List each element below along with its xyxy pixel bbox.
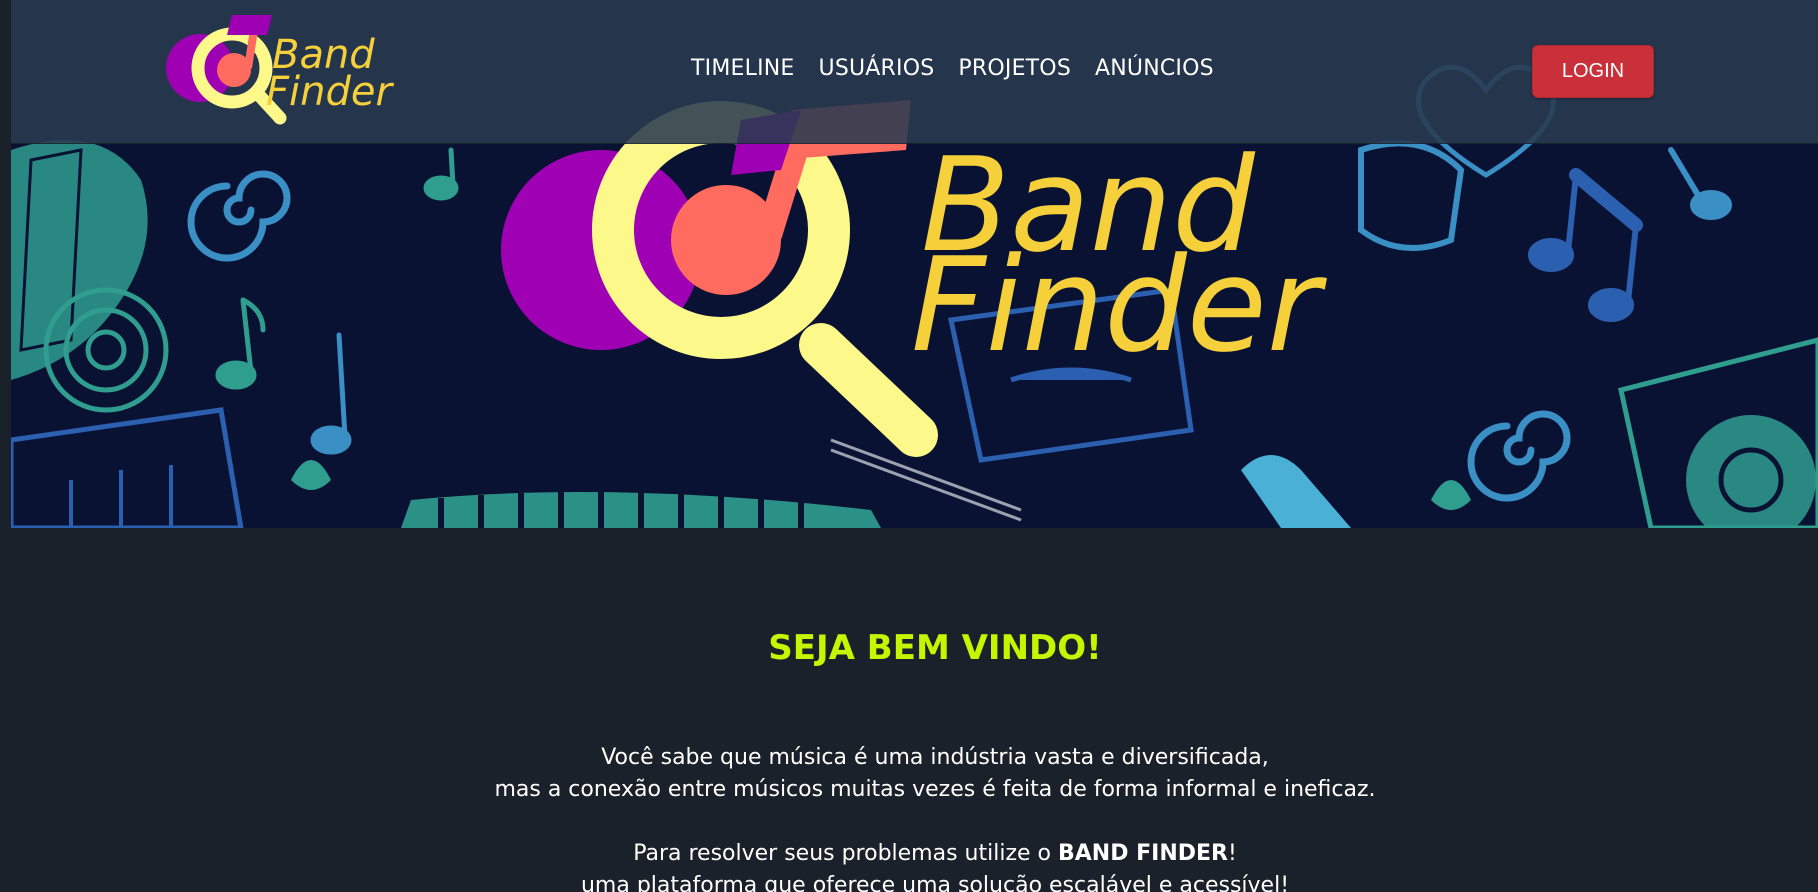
nav-links: TIMELINE USUÁRIOS PROJETOS ANÚNCIOS (691, 56, 1214, 81)
welcome-description: Você sabe que música é uma indústria vas… (0, 742, 1818, 892)
welcome-line-3: Para resolver seus problemas utilize o B… (0, 838, 1818, 870)
page: Band Finder Band Finder TIMELINE USUÁRIO… (0, 0, 1818, 892)
welcome-brand-name: BAND FINDER (1058, 841, 1228, 866)
welcome-title: SEJA BEM VINDO! (768, 628, 1102, 668)
nav-link-anuncios[interactable]: ANÚNCIOS (1095, 56, 1214, 81)
hero-logo: Band Finder (501, 100, 1328, 457)
nav-logo-word-finder: Finder (266, 69, 394, 115)
hero-logo-word-finder: Finder (911, 229, 1328, 381)
welcome-line-1: Você sabe que música é uma indústria vas… (601, 745, 1269, 770)
welcome-section: SEJA BEM VINDO! Você sabe que música é u… (0, 528, 1818, 892)
login-button[interactable]: LOGIN (1532, 45, 1654, 98)
top-navbar: Band Finder TIMELINE USUÁRIOS PROJETOS A… (11, 0, 1818, 144)
band-finder-logo[interactable]: Band Finder (162, 10, 402, 128)
welcome-line-3-suffix: ! (1227, 841, 1237, 866)
nav-link-usuarios[interactable]: USUÁRIOS (819, 56, 935, 81)
nav-link-projetos[interactable]: PROJETOS (958, 56, 1071, 81)
nav-link-timeline[interactable]: TIMELINE (691, 56, 795, 81)
welcome-line-2: mas a conexão entre músicos muitas vezes… (494, 777, 1376, 802)
welcome-line-4: uma plataforma que oferece uma solução e… (580, 873, 1290, 892)
welcome-line-3-prefix: Para resolver seus problemas utilize o (633, 841, 1058, 866)
